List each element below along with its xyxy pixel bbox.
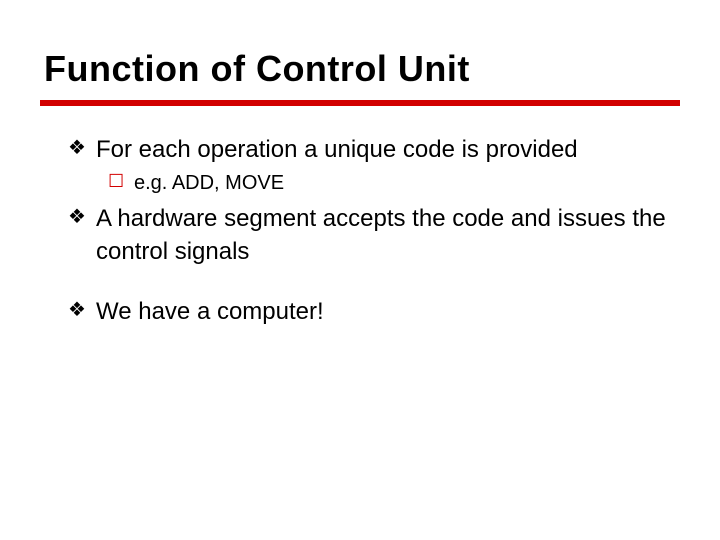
bullet-glyph-icon: ❖ [68, 207, 86, 227]
slide: Function of Control Unit ❖ For each oper… [0, 0, 720, 540]
bullet-item: ❖ For each operation a unique code is pr… [68, 134, 680, 197]
sub-bullet-item: ☐ e.g. ADD, MOVE [108, 170, 680, 197]
bullet-glyph-icon: ❖ [68, 300, 86, 320]
bullet-list: ❖ For each operation a unique code is pr… [68, 134, 680, 329]
bullet-item: ❖ We have a computer! [68, 296, 680, 328]
bullet-text: For each operation a unique code is prov… [96, 136, 578, 163]
slide-title: Function of Control Unit [44, 48, 680, 90]
bullet-text: We have a computer! [96, 298, 324, 325]
sub-bullet-glyph-icon: ☐ [108, 172, 124, 190]
bullet-item: ❖ A hardware segment accepts the code an… [68, 203, 680, 268]
bullet-text: A hardware segment accepts the code and … [96, 205, 666, 264]
sub-bullet-list: ☐ e.g. ADD, MOVE [108, 170, 680, 197]
sub-bullet-text: e.g. ADD, MOVE [134, 172, 284, 194]
bullet-glyph-icon: ❖ [68, 138, 86, 158]
title-rule [40, 100, 680, 106]
